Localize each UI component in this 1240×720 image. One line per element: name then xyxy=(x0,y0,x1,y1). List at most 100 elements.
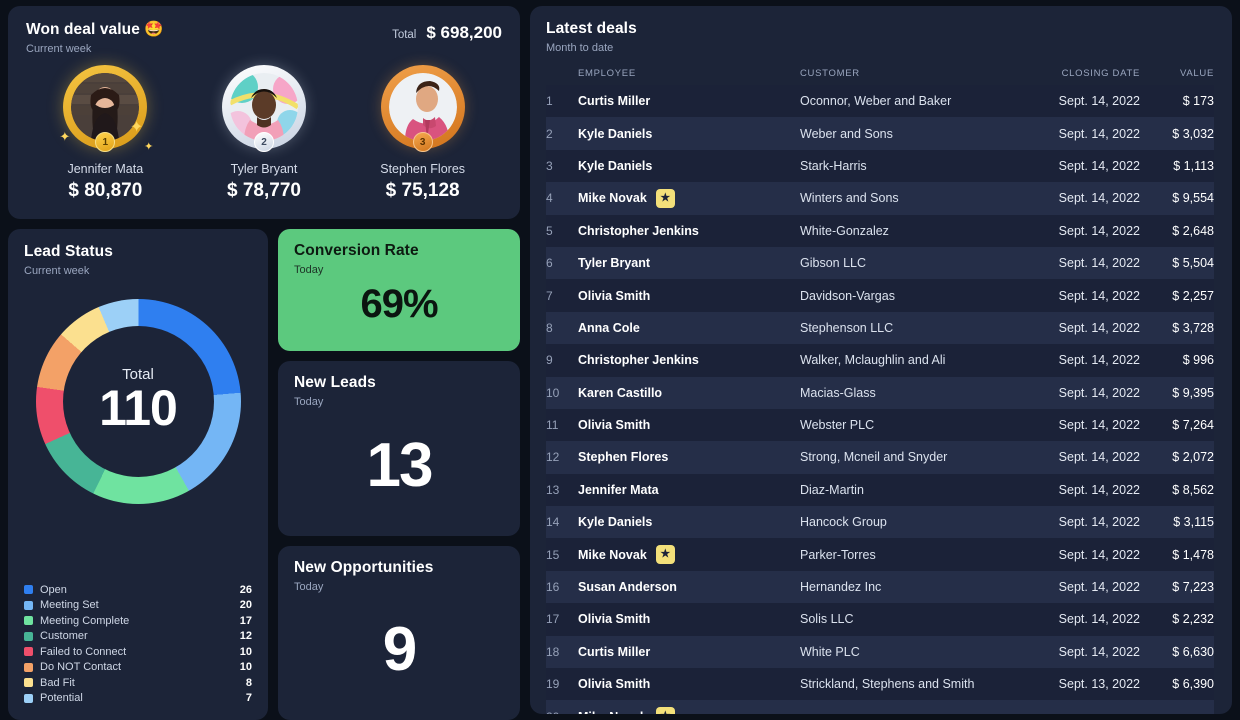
table-row[interactable]: 6 Tyler Bryant Gibson LLC Sept. 14, 2022 $ 5… xyxy=(546,246,1214,280)
legend-item[interactable]: Meeting Complete 17 xyxy=(24,613,252,629)
legend-value: 10 xyxy=(239,645,252,658)
row-customer: Stark-Harris xyxy=(800,158,867,173)
table-row[interactable]: 19 Olivia Smith Strickland, Stephens and S… xyxy=(546,668,1214,701)
table-row[interactable]: 1 Curtis Miller Oconnor, Weber and Baker Se… xyxy=(546,85,1214,118)
row-closing-date: Sept. 14, 2022 xyxy=(1058,482,1140,497)
row-employee: Olivia Smith xyxy=(578,289,800,303)
row-index: 16 xyxy=(546,580,560,595)
employee-name: Curtis Miller xyxy=(578,94,651,109)
legend-item[interactable]: Failed to Connect 10 xyxy=(24,644,252,660)
new-opportunities-card: New Opportunities Today 9 xyxy=(278,545,520,720)
row-employee: Curtis Miller xyxy=(578,94,800,108)
row-customer: Parker-Torres xyxy=(800,547,876,562)
legend-swatch xyxy=(24,616,33,626)
podium-entry-3[interactable]: 3 Stephen Flores $ 75,128 xyxy=(348,65,498,202)
employee-name: Mike Novak xyxy=(578,710,647,714)
row-customer: White-Gonzalez xyxy=(800,223,889,238)
table-row[interactable]: 8 Anna Cole Stephenson LLC Sept. 14, 2022 $ … xyxy=(546,311,1214,345)
row-value: $ 173 xyxy=(1182,94,1214,109)
table-row[interactable]: 14 Kyle Daniels Hancock Group Sept. 14, 202… xyxy=(546,506,1214,539)
table-row[interactable]: 16 Susan Anderson Hernandez Inc Sept. 14, 2… xyxy=(546,570,1214,604)
row-employee: Olivia Smith xyxy=(578,612,800,626)
sparkle-icon: ✦ xyxy=(144,141,154,153)
employee-name: Mike Novak xyxy=(578,547,647,562)
employee-name: Jennifer Mata xyxy=(578,482,659,497)
row-closing-date: Sept. 14, 2022 xyxy=(1058,385,1140,400)
podium-entry-2[interactable]: 2 Tyler Bryant $ 78,770 xyxy=(189,65,339,202)
row-closing-date: Sept. 13, 2022 xyxy=(1058,677,1140,692)
won-deal-total: Total $ 698,200 xyxy=(392,23,502,43)
column-header-customer[interactable]: CUSTOMER xyxy=(800,68,1020,79)
table-row[interactable]: 3 Kyle Daniels Stark-Harris Sept. 14, 2022 $… xyxy=(546,149,1214,183)
row-value: $ 996 xyxy=(1182,353,1214,368)
row-index: 2 xyxy=(546,126,553,141)
legend-swatch xyxy=(24,678,33,688)
conversion-rate-subtitle: Today xyxy=(294,264,324,276)
employee-name: Karen Castillo xyxy=(578,385,663,400)
table-row[interactable]: 13 Jennifer Mata Diaz-Martin Sept. 14, 2022… xyxy=(546,473,1214,507)
row-index: 14 xyxy=(546,515,560,530)
row-employee: Kyle Daniels xyxy=(578,127,800,141)
table-row[interactable]: 17 Olivia Smith Solis LLC Sept. 14, 2022 $ 2… xyxy=(546,603,1214,636)
podium-entry-1[interactable]: 1 ✦ ✦ ✦ Jennifer Mata $ 80,870 xyxy=(30,65,180,202)
row-closing-date: Sept. 14, 2022 xyxy=(1058,450,1140,465)
legend-item[interactable]: Potential 7 xyxy=(24,691,252,707)
row-value: $ 6,390 xyxy=(1172,677,1214,692)
row-employee: Karen Castillo xyxy=(578,386,800,400)
new-leads-card: New Leads Today 13 xyxy=(278,361,520,536)
row-value: $ 7,264 xyxy=(1172,418,1214,433)
donut-total-value: 110 xyxy=(99,380,178,436)
legend-item[interactable]: Open 26 xyxy=(24,582,252,598)
podium-value: $ 80,870 xyxy=(68,180,143,201)
new-leads-title: New Leads xyxy=(294,374,376,391)
table-row[interactable]: 2 Kyle Daniels Weber and Sons Sept. 14, 202… xyxy=(546,117,1214,150)
avatar-ring-bronze: 3 xyxy=(380,65,465,152)
row-closing-date: Sept. 14, 2022 xyxy=(1058,256,1140,271)
legend-item[interactable]: Meeting Set 20 xyxy=(24,598,252,614)
table-row[interactable]: 9 Christopher Jenkins Walker, Mclaughlin a… xyxy=(546,344,1214,377)
table-row[interactable]: 20Mike Novak ★ xyxy=(546,700,1214,714)
row-closing-date: Sept. 14, 2022 xyxy=(1058,418,1140,433)
row-closing-date: Sept. 14, 2022 xyxy=(1058,320,1140,335)
legend-item[interactable]: Bad Fit 8 xyxy=(24,675,252,691)
table-row[interactable]: 15 Mike Novak ★ Parker-Torres Sept. 14, 2022… xyxy=(546,538,1214,571)
table-row[interactable]: 5 Christopher Jenkins White-Gonzalez Sept. … xyxy=(546,214,1214,247)
column-header-value[interactable]: VALUE xyxy=(1140,68,1214,79)
legend-item[interactable]: Do NOT Contact 10 xyxy=(24,660,252,676)
won-deal-subtitle: Current week xyxy=(26,43,92,55)
row-index: 4 xyxy=(546,191,553,206)
row-employee: Christopher Jenkins xyxy=(578,353,800,367)
employee-name: Olivia Smith xyxy=(578,612,651,627)
row-employee: Christopher Jenkins xyxy=(578,224,800,238)
row-customer: Oconnor, Weber and Baker xyxy=(800,94,952,109)
table-row[interactable]: 12 Stephen Flores Strong, Mcneil and Snyde… xyxy=(546,441,1214,474)
legend-item[interactable]: Customer 12 xyxy=(24,629,252,645)
row-customer: Solis LLC xyxy=(800,612,854,627)
table-row[interactable]: 10 Karen Castillo Macias-Glass Sept. 14, 20… xyxy=(546,376,1214,409)
lead-status-title: Lead Status xyxy=(24,243,113,260)
row-closing-date: Sept. 14, 2022 xyxy=(1058,580,1140,595)
table-row[interactable]: 7 Olivia Smith Davidson-Vargas Sept. 14, 20… xyxy=(546,279,1214,312)
row-index: 3 xyxy=(546,158,553,173)
row-closing-date: Sept. 14, 2022 xyxy=(1058,126,1140,141)
row-employee: Susan Anderson xyxy=(578,580,800,594)
row-index: 10 xyxy=(546,385,560,400)
table-row[interactable]: 4 Mike Novak ★ Winters and Sons Sept. 14, 20… xyxy=(546,182,1214,215)
conversion-rate-title: Conversion Rate xyxy=(294,242,419,259)
row-closing-date: Sept. 14, 2022 xyxy=(1058,223,1140,238)
row-index: 18 xyxy=(546,644,560,659)
table-row[interactable]: 18 Curtis Miller White PLC Sept. 14, 2022 $ … xyxy=(546,635,1214,669)
employee-name: Christopher Jenkins xyxy=(578,353,699,368)
row-employee: Olivia Smith xyxy=(578,418,800,432)
column-header-closing-date[interactable]: CLOSING DATE xyxy=(1020,68,1140,79)
legend-value: 12 xyxy=(239,630,252,643)
column-header-employee[interactable]: EMPLOYEE xyxy=(578,68,800,79)
row-value: $ 9,395 xyxy=(1172,385,1214,400)
row-closing-date: Sept. 14, 2022 xyxy=(1058,547,1140,562)
table-row[interactable]: 11 Olivia Smith Webster PLC Sept. 14, 2022 $… xyxy=(546,408,1214,442)
won-deal-value-card: Won deal value 🤩 Current week Total $ 69… xyxy=(8,6,520,219)
avatar xyxy=(388,73,457,141)
legend-swatch xyxy=(24,662,33,672)
row-employee: Kyle Daniels xyxy=(578,159,800,173)
avatar-ring-silver: 2 xyxy=(221,65,306,152)
